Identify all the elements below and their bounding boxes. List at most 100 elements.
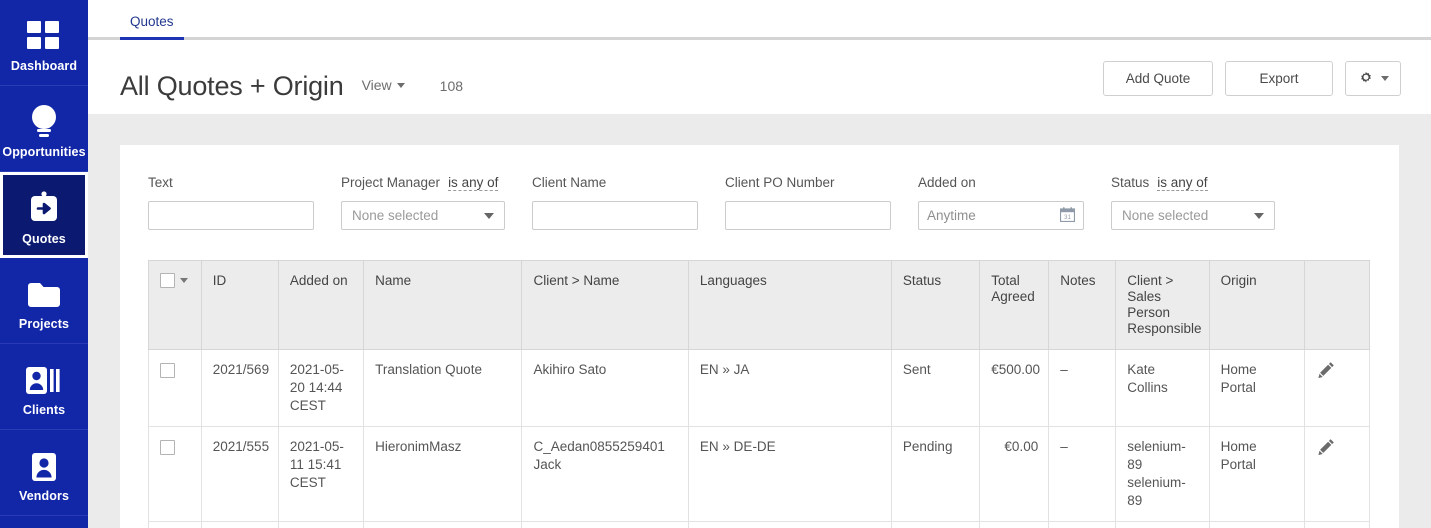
sidebar-item-label: Dashboard xyxy=(10,59,78,73)
sidebar-item-clients[interactable]: Clients xyxy=(0,344,88,430)
row-checkbox[interactable] xyxy=(160,439,175,455)
column-header-status[interactable]: Status xyxy=(890,260,981,350)
filter-operator[interactable]: is any of xyxy=(448,175,499,191)
column-header-id[interactable]: ID xyxy=(200,260,279,350)
filter-label-row: Added on xyxy=(918,175,1084,192)
view-dropdown[interactable]: View xyxy=(362,77,405,95)
cell-languages: EN » JA xyxy=(687,349,892,427)
column-header-total-agreed[interactable]: Total Agreed xyxy=(979,260,1050,350)
filter-label: Client PO Number xyxy=(725,175,835,190)
cell-sales-person: Kate Collins xyxy=(1115,349,1210,427)
cell-origin: Home Portal xyxy=(1208,349,1305,427)
row-select-cell xyxy=(148,521,202,528)
cell-total-agreed: €0.00 xyxy=(979,426,1050,522)
cell-status: Sent xyxy=(890,349,981,427)
clients-icon xyxy=(26,356,62,396)
cell-status: Pending xyxy=(890,426,981,522)
table-row[interactable]: 2021/569 2021-05-20 14:44 CEST Translati… xyxy=(148,349,1371,427)
cell-id: 2021/536 xyxy=(200,521,279,528)
chevron-down-icon xyxy=(1380,76,1389,81)
table-container: ID Added on Name Client > Name Languages… xyxy=(120,230,1399,528)
cell-actions xyxy=(1303,426,1371,522)
select-all-checkbox[interactable] xyxy=(160,273,175,288)
lightbulb-icon xyxy=(28,98,60,138)
column-header-client-name[interactable]: Client > Name xyxy=(521,260,689,350)
column-select-all xyxy=(148,260,202,350)
filter-label: Project Manager xyxy=(341,175,441,190)
text-filter-input[interactable] xyxy=(148,201,314,230)
quotes-table: ID Added on Name Client > Name Languages… xyxy=(148,260,1371,528)
select-value: None selected xyxy=(1122,208,1209,223)
added-on-date-picker[interactable]: Anytime 31 xyxy=(918,201,1084,230)
column-header-sales-person[interactable]: Client > Sales Person Responsible xyxy=(1115,260,1210,350)
sidebar: Dashboard Opportunities Quotes Projects … xyxy=(0,0,88,528)
status-select[interactable]: None selected xyxy=(1111,201,1275,230)
quotes-card: Text Project Manager is any of None sele… xyxy=(120,145,1399,528)
filter-status: Status is any of None selected xyxy=(1111,175,1275,230)
sidebar-item-vendors[interactable]: Vendors xyxy=(0,430,88,516)
cell-languages: EN-GB » BG, EN-GB » FR-FR, EN-GB » DE-DE… xyxy=(687,521,892,528)
filter-label-row: Project Manager is any of xyxy=(341,175,505,192)
main-area: Quotes All Quotes + Origin View 108 Add … xyxy=(88,0,1431,528)
filter-label-row: Client Name xyxy=(532,175,698,192)
cell-added-on: 2021-04-30 16:49 xyxy=(277,521,365,528)
filter-client-name: Client Name xyxy=(532,175,698,230)
app-root: Dashboard Opportunities Quotes Projects … xyxy=(0,0,1431,528)
tab-quotes[interactable]: Quotes xyxy=(120,14,184,40)
cell-client-name: Akihiro Sato xyxy=(521,349,689,427)
cell-client-name: klient xyxy=(521,521,689,528)
filter-added-on: Added on Anytime 31 xyxy=(918,175,1084,230)
table-body: 2021/569 2021-05-20 14:44 CEST Translati… xyxy=(148,349,1371,528)
topbar: Quotes All Quotes + Origin View 108 Add … xyxy=(88,0,1431,114)
filter-label: Added on xyxy=(918,175,976,190)
settings-menu-button[interactable] xyxy=(1345,61,1401,96)
row-select-cell xyxy=(148,349,202,427)
cell-origin: Client Portal - Created by xyxy=(1208,521,1305,528)
record-count: 108 xyxy=(439,78,464,94)
column-header-origin[interactable]: Origin xyxy=(1208,260,1305,350)
column-header-added-on[interactable]: Added on xyxy=(277,260,365,350)
filter-label-row: Text xyxy=(148,175,314,192)
filter-operator[interactable]: is any of xyxy=(1157,175,1208,191)
project-manager-select[interactable]: None selected xyxy=(341,201,505,230)
topbar-actions: Add Quote Export xyxy=(1103,61,1401,96)
column-header-notes[interactable]: Notes xyxy=(1048,260,1117,350)
chevron-down-icon[interactable] xyxy=(180,278,188,283)
client-po-number-filter-input[interactable] xyxy=(725,201,891,230)
client-name-filter-input[interactable] xyxy=(532,201,698,230)
filter-bar: Text Project Manager is any of None sele… xyxy=(120,145,1399,230)
filter-label-row: Client PO Number xyxy=(725,175,891,192)
table-row[interactable]: 2021/536 2021-04-30 16:49 nocatrec klien… xyxy=(148,521,1371,528)
cell-name: Translation Quote xyxy=(363,349,523,427)
column-header-name[interactable]: Name xyxy=(363,260,523,350)
filter-label: Client Name xyxy=(532,175,607,190)
export-button[interactable]: Export xyxy=(1225,61,1333,96)
cell-total-agreed: €500.00 xyxy=(979,349,1050,427)
table-row[interactable]: 2021/555 2021-05-11 15:41 CEST HieronimM… xyxy=(148,426,1371,522)
sidebar-item-label: Vendors xyxy=(18,489,70,503)
tab-bar: Quotes xyxy=(88,0,1431,40)
cell-id: 2021/555 xyxy=(200,426,279,522)
page-title: All Quotes + Origin xyxy=(120,70,344,101)
cell-name: nocatrec xyxy=(363,521,523,528)
sidebar-item-dashboard[interactable]: Dashboard xyxy=(0,0,88,86)
row-checkbox[interactable] xyxy=(160,362,175,378)
filter-label: Status xyxy=(1111,175,1150,190)
pencil-icon[interactable] xyxy=(1318,361,1359,383)
date-value: Anytime xyxy=(927,208,976,223)
sidebar-item-projects[interactable]: Projects xyxy=(0,258,88,344)
sidebar-item-opportunities[interactable]: Opportunities xyxy=(0,86,88,172)
cell-client-name: C_Aedan0855259401 Jack xyxy=(521,426,689,522)
cell-sales-person: selenium-89 selenium-89 xyxy=(1115,426,1210,522)
chevron-down-icon xyxy=(484,212,494,219)
quote-clipboard-icon xyxy=(28,185,60,225)
pencil-icon[interactable] xyxy=(1318,438,1359,460)
column-header-languages[interactable]: Languages xyxy=(687,260,892,350)
cell-notes: – xyxy=(1048,349,1117,427)
sidebar-item-quotes[interactable]: Quotes xyxy=(0,172,88,258)
table-head: ID Added on Name Client > Name Languages… xyxy=(148,260,1371,350)
filter-text: Text xyxy=(148,175,314,230)
tab-label: Quotes xyxy=(130,14,174,29)
add-quote-button[interactable]: Add Quote xyxy=(1103,61,1213,96)
cell-languages: EN » DE-DE xyxy=(687,426,892,522)
